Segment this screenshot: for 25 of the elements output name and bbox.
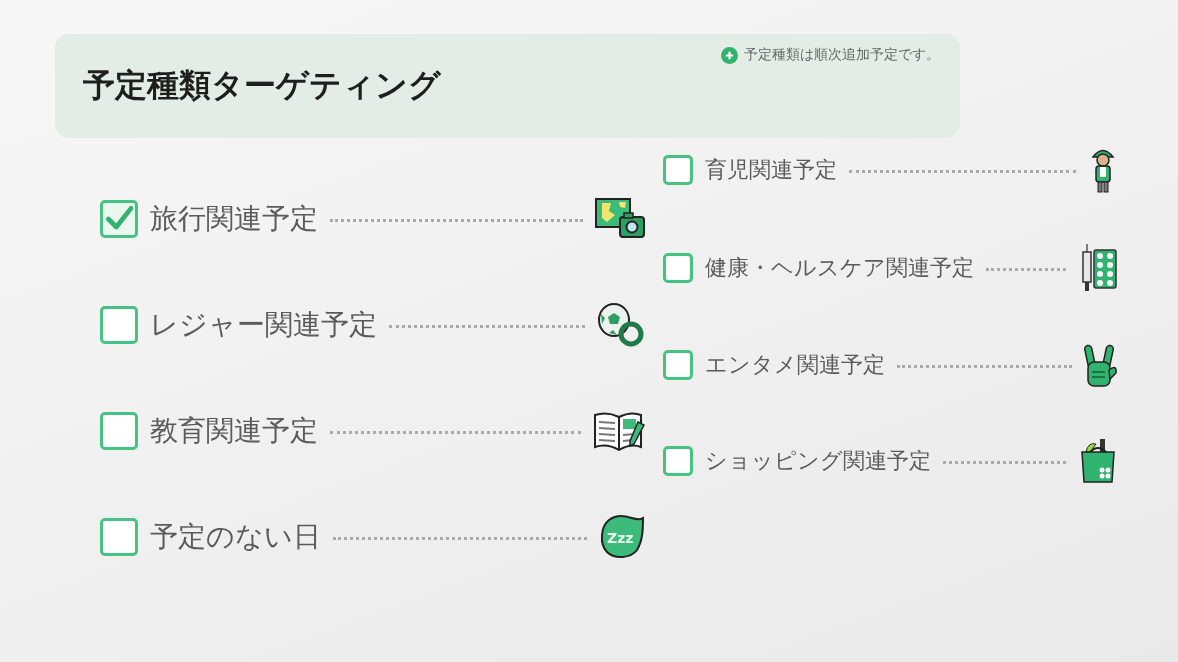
option-label: ショッピング関連予定 (705, 447, 931, 475)
option-label: レジャー関連予定 (150, 307, 377, 343)
book-pencil-icon (593, 410, 645, 452)
option-label: 健康・ヘルスケア関連予定 (705, 254, 974, 282)
checkbox[interactable] (663, 446, 693, 476)
checkbox[interactable] (663, 253, 693, 283)
ball-ring-icon (597, 302, 645, 348)
map-camera-icon (595, 198, 645, 240)
checkbox[interactable] (663, 350, 693, 380)
sleep-bubble-icon: Zzz (599, 514, 645, 560)
option-label: 育児関連予定 (705, 156, 837, 184)
checkbox[interactable] (100, 200, 138, 238)
option-label: 旅行関連予定 (150, 201, 318, 237)
checkbox[interactable] (663, 155, 693, 185)
option-label: エンタメ関連予定 (705, 351, 885, 379)
checkbox[interactable] (100, 306, 138, 344)
plus-circle-icon (721, 46, 738, 64)
note-text: 予定種類は順次追加予定です。 (744, 46, 940, 64)
checkbox[interactable] (100, 412, 138, 450)
option-label: 教育関連予定 (150, 413, 318, 449)
peace-hand-icon (1084, 342, 1118, 388)
shopping-bag-icon (1078, 438, 1118, 484)
page-title: 予定種類ターゲティング (83, 65, 441, 106)
checkbox[interactable] (100, 518, 138, 556)
option-label: 予定のない日 (150, 519, 321, 555)
